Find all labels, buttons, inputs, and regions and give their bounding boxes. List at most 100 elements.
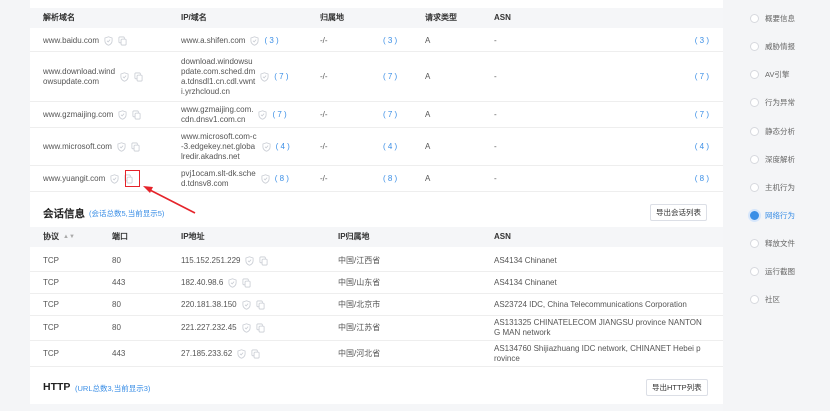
shield-icon[interactable] (242, 299, 251, 310)
export-session-button[interactable]: 导出会话列表 (650, 204, 707, 221)
sidenav-item[interactable]: 静态分析 (750, 124, 795, 138)
req-type-text: A (425, 109, 431, 119)
ip-count-link[interactable]: ( 8 ) (275, 174, 289, 184)
location-count-cell: ( 4 ) (383, 128, 397, 165)
shield-icon-graphic (242, 299, 251, 310)
asn-count-link[interactable]: ( 3 ) (695, 36, 709, 46)
copy-icon-graphic (256, 300, 265, 309)
copy-icon[interactable] (134, 72, 143, 82)
copy-icon[interactable] (259, 256, 268, 266)
protocol-text: TCP (43, 299, 59, 309)
copy-icon-graphic (242, 278, 251, 287)
nav-dot-icon (750, 13, 759, 23)
sidenav-item[interactable]: 运行截图 (750, 264, 795, 278)
col-session-asn: ASN (494, 232, 511, 241)
shield-icon[interactable] (228, 277, 237, 288)
location-text: -/- (320, 36, 328, 45)
http-table-header (30, 404, 723, 411)
shield-icon[interactable] (260, 71, 269, 82)
sidenav-item[interactable]: 释放文件 (750, 236, 795, 250)
location-cell: -/- (320, 102, 328, 127)
domain-text: www.microsoft.com (43, 141, 112, 151)
shield-icon[interactable] (110, 173, 119, 184)
export-http-button[interactable]: 导出HTTP列表 (646, 379, 708, 396)
location-count-link[interactable]: ( 7 ) (383, 110, 397, 120)
nav-dot-icon (750, 294, 759, 304)
domain-text: www.baidu.com (43, 36, 100, 45)
ip-count-link[interactable]: ( 4 ) (276, 142, 290, 152)
cell-text: pvj1ocam.slt-dk.sche d.tdnsv8.com (181, 169, 256, 189)
shield-icon-graphic (262, 141, 271, 152)
text-line: G MAN network (494, 328, 551, 337)
copy-icon[interactable] (242, 278, 251, 288)
shield-icon-graphic (118, 109, 127, 120)
sidenav-item[interactable]: 概要信息 (750, 11, 795, 25)
text-line: AS23724 IDC, China Telecommunications Co… (494, 299, 687, 309)
shield-icon[interactable] (262, 141, 271, 152)
ip-count-link[interactable]: ( 3 ) (264, 36, 278, 46)
copy-icon[interactable] (256, 300, 265, 310)
ip-location-text: 中国/河北省 (338, 348, 381, 358)
copy-icon[interactable] (131, 142, 140, 152)
sidenav-item-label: 行为异常 (765, 97, 795, 107)
shield-icon[interactable] (250, 36, 259, 46)
nav-dot-icon (750, 210, 759, 220)
shield-icon[interactable] (117, 141, 126, 152)
asn-count-link[interactable]: ( 8 ) (695, 174, 709, 184)
table-row: TCP 80 115.152.251.229 中国/江西省 AS4134 Chinane… (30, 250, 723, 272)
col-protocol[interactable]: 协议 ▲▼ (43, 227, 75, 247)
req-type-text: A (425, 141, 431, 151)
ip-count-link[interactable]: ( 7 ) (272, 110, 286, 120)
sidenav-item-label: 社区 (765, 294, 780, 304)
session-asn-cell: AS134760 Shijiazhuang IDC network, CHINA… (494, 341, 714, 366)
ip-address-cell: 220.181.38.150 (181, 294, 265, 315)
ip-count-link[interactable]: ( 7 ) (274, 72, 288, 82)
col-port: 端口 (112, 232, 128, 241)
asn-count-link[interactable]: ( 7 ) (695, 72, 709, 82)
copy-icon[interactable] (256, 323, 265, 333)
sidenav-item[interactable]: 社区 (750, 292, 780, 306)
protocol-text: TCP (43, 348, 59, 358)
domain-text: www.gzmaijing.com (43, 109, 114, 119)
sidenav-item[interactable]: 主机行为 (750, 180, 795, 194)
text-line: d.tdnsv8.com (181, 178, 229, 188)
text-line: owsupdate.com (43, 76, 100, 86)
shield-icon[interactable] (118, 109, 127, 120)
sidenav-item[interactable]: 网络行为 (750, 208, 795, 222)
copy-icon[interactable] (132, 110, 141, 120)
location-count-link[interactable]: ( 7 ) (383, 72, 397, 82)
shield-icon[interactable] (242, 323, 251, 333)
sort-icon[interactable]: ▲▼ (63, 227, 75, 247)
shield-icon[interactable] (237, 348, 246, 359)
text-line: www.microsoft.com-c (181, 131, 257, 141)
ip-location-cell: 中国/北京市 (338, 294, 380, 315)
shield-icon[interactable] (104, 36, 113, 46)
location-count-link[interactable]: ( 4 ) (383, 142, 397, 152)
http-title: HTTP (43, 381, 71, 393)
asn-count-link[interactable]: ( 4 ) (695, 142, 709, 152)
text-line: AS4134 Chinanet (494, 255, 557, 265)
shield-icon[interactable] (120, 71, 129, 82)
copy-icon[interactable] (251, 349, 260, 359)
sidenav-item[interactable]: 深度解析 (750, 152, 795, 166)
sidenav-item[interactable]: AV引擎 (750, 67, 789, 81)
sidenav-item[interactable]: 行为异常 (750, 95, 795, 109)
table-row: TCP 80 221.227.232.45 中国/江苏省 AS131325 CHINAT… (30, 316, 723, 341)
shield-icon[interactable] (245, 255, 254, 266)
location-text: -/- (320, 173, 328, 183)
copy-icon[interactable] (118, 36, 127, 46)
location-count-link[interactable]: ( 8 ) (383, 174, 397, 184)
asn-count-link[interactable]: ( 7 ) (695, 110, 709, 120)
ip-location-text: 中国/北京市 (338, 299, 381, 309)
shield-icon-graphic (250, 36, 259, 46)
location-count-link[interactable]: ( 3 ) (383, 36, 397, 46)
session-asn-cell: AS4134 Chinanet (494, 250, 714, 271)
nav-dot-icon (750, 69, 759, 79)
sidenav-item-label: 威胁情报 (765, 41, 795, 51)
req-type-cell: A (425, 102, 430, 127)
shield-icon[interactable] (261, 173, 270, 184)
sidenav-item[interactable]: 威胁情报 (750, 39, 795, 53)
nav-dot-icon (750, 97, 759, 107)
shield-icon[interactable] (258, 109, 267, 120)
asn-count-cell: ( 3 ) (695, 31, 709, 51)
